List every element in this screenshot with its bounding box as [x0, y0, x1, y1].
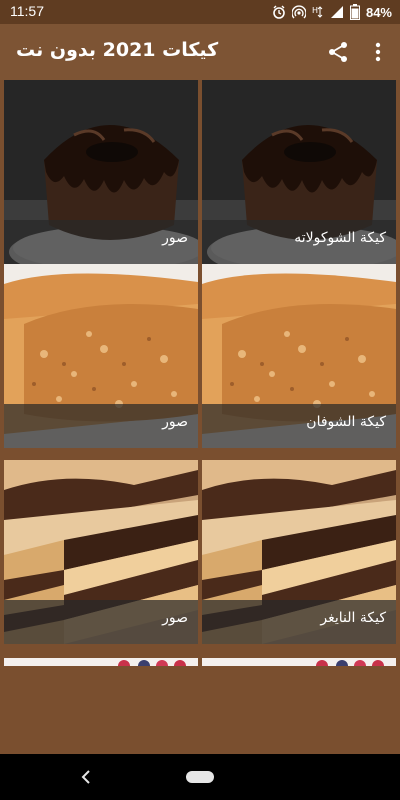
share-icon[interactable] [322, 36, 354, 68]
tile-caption: كيكة النايغر [202, 600, 396, 644]
status-time: 11:57 [10, 3, 44, 19]
status-icons: H 84% [272, 3, 392, 21]
berry-cake-image [202, 658, 396, 666]
cake-grid: صور كيكة الشوكولاته صور كيكة الشوفان صور… [0, 80, 400, 666]
tile-photos-tiger[interactable]: صور [4, 460, 198, 644]
signal-icon [330, 6, 343, 18]
tile-caption: كيكة الشوكولاته [202, 220, 396, 264]
tile-photos-oat[interactable]: صور [4, 264, 198, 448]
svg-text:H: H [312, 6, 318, 15]
tile-caption: صور [4, 220, 198, 264]
navigation-bar [0, 754, 400, 800]
tile-caption: صور [4, 600, 198, 644]
tile-photos-chocolate[interactable]: صور [4, 80, 198, 264]
tile-caption: صور [4, 404, 198, 448]
battery-percent: 84% [365, 4, 392, 20]
bottom-empty-area [0, 666, 400, 754]
tile-partial-left[interactable] [4, 658, 198, 666]
tile-oat-cake[interactable]: كيكة الشوفان [202, 264, 396, 448]
tile-partial-right[interactable] [202, 658, 396, 666]
tile-caption: كيكة الشوفان [202, 404, 396, 448]
battery-icon [349, 4, 360, 20]
alarm-icon [273, 5, 285, 19]
tile-chocolate-cake[interactable]: كيكة الشوكولاته [202, 80, 396, 264]
home-pill-icon[interactable] [186, 771, 214, 783]
app-bar: كيكات 2021 بدون نت [0, 24, 400, 80]
status-bar: 11:57 H 84% [0, 0, 400, 24]
mobile-data-icon: H [312, 6, 323, 18]
more-vert-icon[interactable] [362, 36, 394, 68]
app-actions [322, 36, 394, 68]
tile-tiger-cake[interactable]: كيكة النايغر [202, 460, 396, 644]
hotspot-icon [291, 5, 306, 19]
app-title: كيكات 2021 بدون نت [16, 39, 219, 61]
back-icon[interactable] [76, 766, 96, 788]
berry-cake-image [4, 658, 198, 666]
